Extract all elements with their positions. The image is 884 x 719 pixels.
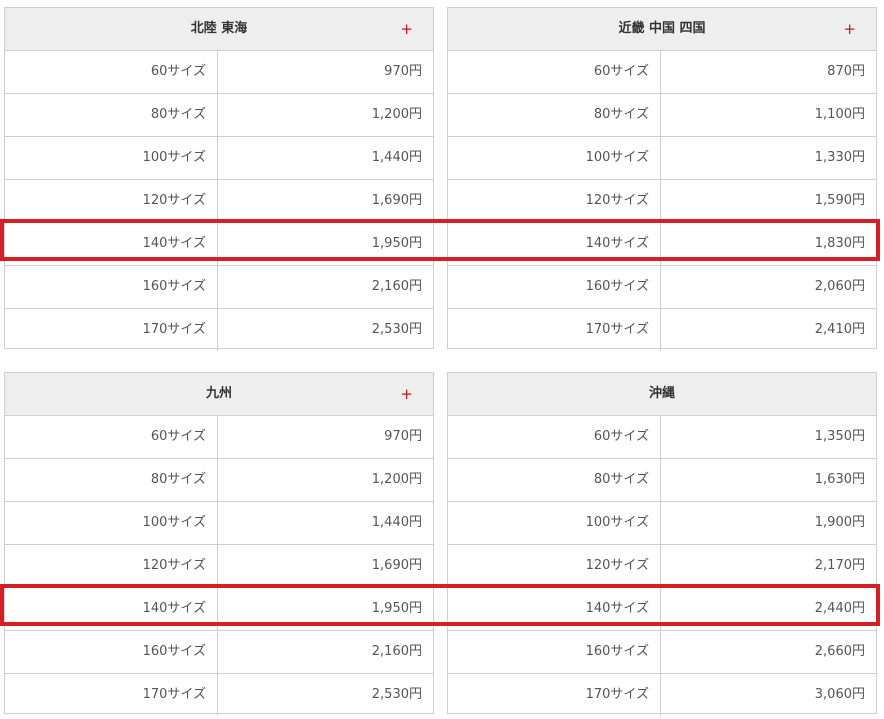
price-cell: 870円	[827, 64, 865, 79]
table-row: 120サイズ 2,170円	[448, 545, 876, 588]
table-header: 沖縄	[448, 373, 876, 416]
plus-icon[interactable]: +	[400, 8, 413, 50]
plus-icon[interactable]: +	[843, 8, 856, 50]
size-cell: 100サイズ	[448, 502, 661, 544]
size-cell: 170サイズ	[5, 309, 218, 351]
table-row: 160サイズ 2,160円	[5, 631, 433, 674]
price-cell: 2,530円	[371, 322, 422, 337]
price-cell: 1,690円	[371, 193, 422, 208]
table-row: 160サイズ 2,160円	[5, 266, 433, 309]
table-row: 80サイズ 1,100円	[448, 94, 876, 137]
size-cell: 80サイズ	[448, 94, 661, 136]
plus-icon[interactable]: +	[400, 373, 413, 415]
table-title: 九州	[205, 386, 232, 401]
price-cell: 1,630円	[814, 472, 865, 487]
table-header[interactable]: 近畿 中国 四国 +	[448, 8, 876, 51]
table-title: 北陸 東海	[190, 21, 248, 36]
table-header[interactable]: 九州 +	[5, 373, 433, 416]
table-row: 170サイズ 2,530円	[5, 674, 433, 716]
price-cell: 1,690円	[371, 558, 422, 573]
price-cell: 1,440円	[371, 515, 422, 530]
size-cell: 140サイズ	[5, 223, 218, 265]
size-cell: 100サイズ	[5, 502, 218, 544]
rate-table-kyushu: 九州 + 60サイズ 970円 80サイズ 1,200円 100サイズ 1,440円 …	[4, 372, 434, 716]
table-row: 120サイズ 1,590円	[448, 180, 876, 223]
price-cell: 1,200円	[371, 107, 422, 122]
table-row: 170サイズ 2,530円	[5, 309, 433, 351]
table-header[interactable]: 北陸 東海 +	[5, 8, 433, 51]
size-cell: 120サイズ	[448, 180, 661, 222]
price-cell: 1,350円	[814, 429, 865, 444]
table-row: 100サイズ 1,440円	[5, 137, 433, 180]
size-cell: 80サイズ	[448, 459, 661, 501]
table-row: 100サイズ 1,900円	[448, 502, 876, 545]
size-cell: 60サイズ	[5, 416, 218, 458]
price-cell: 1,950円	[371, 236, 422, 251]
price-cell: 1,830円	[814, 236, 865, 251]
size-cell: 120サイズ	[5, 180, 218, 222]
price-cell: 1,590円	[814, 193, 865, 208]
price-cell: 1,200円	[371, 472, 422, 487]
table-row: 160サイズ 2,660円	[448, 631, 876, 674]
table-row: 60サイズ 870円	[448, 51, 876, 94]
table-row: 80サイズ 1,630円	[448, 459, 876, 502]
size-cell: 60サイズ	[448, 51, 661, 93]
rate-table-hokuriku-tokai: 北陸 東海 + 60サイズ 970円 80サイズ 1,200円 100サイズ 1,44…	[4, 7, 434, 351]
size-cell: 160サイズ	[448, 266, 661, 308]
table-title: 沖縄	[648, 386, 675, 401]
size-cell: 170サイズ	[5, 674, 218, 716]
price-cell: 2,530円	[371, 687, 422, 702]
table-row: 140サイズ 1,830円	[448, 223, 876, 266]
size-cell: 160サイズ	[5, 631, 218, 673]
size-cell: 80サイズ	[5, 459, 218, 501]
price-cell: 1,100円	[814, 107, 865, 122]
table-row: 60サイズ 1,350円	[448, 416, 876, 459]
price-cell: 2,060円	[814, 279, 865, 294]
size-cell: 140サイズ	[5, 588, 218, 630]
table-row: 60サイズ 970円	[5, 416, 433, 459]
table-row: 170サイズ 2,410円	[448, 309, 876, 351]
size-cell: 60サイズ	[5, 51, 218, 93]
price-cell: 1,440円	[371, 150, 422, 165]
table-row: 80サイズ 1,200円	[5, 94, 433, 137]
size-cell: 170サイズ	[448, 674, 661, 716]
price-cell: 2,660円	[814, 644, 865, 659]
price-cell: 3,060円	[814, 687, 865, 702]
size-cell: 100サイズ	[5, 137, 218, 179]
size-cell: 120サイズ	[5, 545, 218, 587]
rate-table-kinki-chugoku-shikoku: 近畿 中国 四国 + 60サイズ 870円 80サイズ 1,100円 100サイズ 1…	[447, 7, 877, 351]
table-row: 120サイズ 1,690円	[5, 180, 433, 223]
table-title: 近畿 中国 四国	[618, 21, 706, 36]
price-cell: 2,440円	[814, 601, 865, 616]
size-cell: 170サイズ	[448, 309, 661, 351]
table-row: 100サイズ 1,330円	[448, 137, 876, 180]
table-row: 140サイズ 1,950円	[5, 223, 433, 266]
price-cell: 1,330円	[814, 150, 865, 165]
table-row: 140サイズ 2,440円	[448, 588, 876, 631]
price-cell: 970円	[384, 429, 422, 444]
price-cell: 1,900円	[814, 515, 865, 530]
table-row: 120サイズ 1,690円	[5, 545, 433, 588]
size-cell: 60サイズ	[448, 416, 661, 458]
price-cell: 970円	[384, 64, 422, 79]
rate-table-okinawa: 沖縄 60サイズ 1,350円 80サイズ 1,630円 100サイズ 1,900円 …	[447, 372, 877, 716]
table-row: 140サイズ 1,950円	[5, 588, 433, 631]
table-row: 60サイズ 970円	[5, 51, 433, 94]
size-cell: 120サイズ	[448, 545, 661, 587]
table-row: 100サイズ 1,440円	[5, 502, 433, 545]
table-row: 160サイズ 2,060円	[448, 266, 876, 309]
price-cell: 2,170円	[814, 558, 865, 573]
size-cell: 140サイズ	[448, 223, 661, 265]
price-cell: 2,160円	[371, 644, 422, 659]
size-cell: 80サイズ	[5, 94, 218, 136]
size-cell: 160サイズ	[5, 266, 218, 308]
price-cell: 1,950円	[371, 601, 422, 616]
table-row: 170サイズ 3,060円	[448, 674, 876, 716]
price-cell: 2,410円	[814, 322, 865, 337]
size-cell: 100サイズ	[448, 137, 661, 179]
table-row: 80サイズ 1,200円	[5, 459, 433, 502]
price-cell: 2,160円	[371, 279, 422, 294]
size-cell: 160サイズ	[448, 631, 661, 673]
size-cell: 140サイズ	[448, 588, 661, 630]
